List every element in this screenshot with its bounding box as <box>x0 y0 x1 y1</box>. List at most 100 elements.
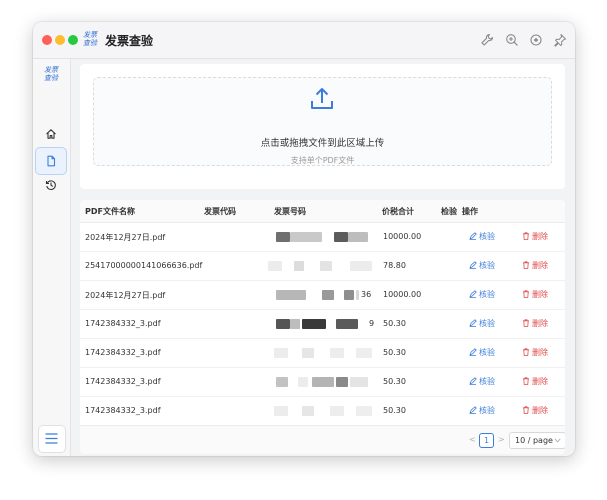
verify-button[interactable]: 核验 <box>469 289 495 300</box>
redacted-number <box>334 232 348 242</box>
close-window-button[interactable] <box>42 35 52 45</box>
verify-button[interactable]: 核验 <box>469 347 495 358</box>
edit-icon <box>469 406 477 414</box>
delete-button[interactable]: 删除 <box>522 405 548 416</box>
delete-button[interactable]: 删除 <box>522 260 548 271</box>
delete-button[interactable]: 删除 <box>522 376 548 387</box>
next-page-button[interactable]: > <box>498 435 505 444</box>
chevron-down-icon <box>554 438 561 443</box>
redacted-number <box>290 232 322 242</box>
target-icon[interactable] <box>529 33 543 47</box>
sidebar-logo: 发票 查验 <box>44 66 58 82</box>
sidebar-item-home[interactable] <box>36 121 66 147</box>
redacted-number <box>302 406 314 416</box>
page-size-select[interactable]: 10 / page <box>509 432 565 449</box>
table-row: 1742384332_3.pdf 50.30 核验 删除 <box>80 339 565 368</box>
menu-icon <box>45 433 58 444</box>
delete-button[interactable]: 删除 <box>522 318 548 329</box>
trash-icon <box>523 377 529 385</box>
column-header-actions: 操作 <box>462 207 478 216</box>
zoom-in-icon[interactable] <box>505 33 519 47</box>
column-header-check: 检验 <box>441 207 457 216</box>
redacted-number <box>290 319 300 329</box>
redacted-number <box>276 232 290 242</box>
file-name-cell: 1742384332_3.pdf <box>85 319 161 328</box>
sidebar-item-history[interactable] <box>36 172 66 198</box>
verify-button[interactable]: 核验 <box>469 260 495 271</box>
trash-icon <box>523 290 529 298</box>
prev-page-button[interactable]: < <box>469 435 476 444</box>
delete-label: 删除 <box>532 232 548 241</box>
file-icon <box>47 155 56 167</box>
redacted-number <box>336 377 348 387</box>
amount-cell: 50.30 <box>383 377 406 386</box>
app-logo: 发票 查验 <box>83 31 97 47</box>
history-icon <box>45 180 56 190</box>
menu-button[interactable] <box>38 425 66 453</box>
minimize-window-button[interactable] <box>55 35 65 45</box>
redacted-number <box>348 232 368 242</box>
edit-icon <box>469 377 477 385</box>
wrench-icon[interactable] <box>480 33 494 47</box>
redacted-number <box>350 261 372 271</box>
trash-icon <box>523 261 529 269</box>
redacted-number <box>276 319 290 329</box>
sidebar-item-files[interactable] <box>35 147 67 175</box>
amount-cell: 50.30 <box>383 406 406 415</box>
file-name-cell: 2024年12月27日.pdf <box>85 233 166 242</box>
verify-button[interactable]: 核验 <box>469 318 495 329</box>
page-size-value: 10 / page <box>515 436 553 445</box>
redacted-number <box>274 348 288 358</box>
amount-cell: 50.30 <box>383 319 406 328</box>
delete-label: 删除 <box>532 290 548 299</box>
table-row: 1742384332_3.pdf 9 50.30 核验 删除 <box>80 310 565 339</box>
trash-icon <box>523 406 529 414</box>
verify-label: 核验 <box>479 348 495 357</box>
verify-button[interactable]: 核验 <box>469 405 495 416</box>
table-row: 1742384332_3.pdf 50.30 核验 删除 <box>80 397 565 426</box>
trash-icon <box>523 232 529 240</box>
amount-cell: 10000.00 <box>383 290 422 299</box>
page-1-button[interactable]: 1 <box>479 433 494 448</box>
redacted-number <box>330 406 344 416</box>
delete-label: 删除 <box>532 377 548 386</box>
amount-cell: 50.30 <box>383 348 406 357</box>
verify-button[interactable]: 核验 <box>469 376 495 387</box>
redacted-number <box>336 319 358 329</box>
amount-cell: 78.80 <box>383 261 406 270</box>
app-title: 发票查验 <box>105 34 154 48</box>
delete-button[interactable]: 删除 <box>522 289 548 300</box>
redacted-number <box>356 406 372 416</box>
home-icon <box>46 129 56 139</box>
upload-icon <box>311 88 333 109</box>
delete-button[interactable]: 删除 <box>522 231 548 242</box>
edit-icon <box>469 261 477 269</box>
redacted-number <box>356 348 372 358</box>
column-header-number: 发票号码 <box>274 207 306 216</box>
table-header: PDF文件名称 发票代码 发票号码 价税合计 检验 操作 <box>80 200 565 223</box>
redacted-number <box>356 290 359 300</box>
verify-button[interactable]: 核验 <box>469 231 495 242</box>
verify-label: 核验 <box>479 290 495 299</box>
pagination: < 1 > 10 / page <box>80 425 565 454</box>
table-row: 25417000000141066636.pdf 78.80 核验 删除 <box>80 252 565 281</box>
number-tail-cell: 36 <box>361 290 372 299</box>
verify-label: 核验 <box>479 319 495 328</box>
invoice-table: PDF文件名称 发票代码 发票号码 价税合计 检验 操作 2024年12月27日… <box>80 200 565 454</box>
redacted-number <box>302 348 314 358</box>
upload-card: 点击或拖拽文件到此区域上传 支持单个PDF文件 <box>80 64 565 189</box>
delete-label: 删除 <box>532 348 548 357</box>
pin-icon[interactable] <box>553 33 567 47</box>
redacted-number <box>330 348 344 358</box>
verify-label: 核验 <box>479 377 495 386</box>
table-row: 2024年12月27日.pdf 36 10000.00 核验 删除 <box>80 281 565 310</box>
delete-button[interactable]: 删除 <box>522 347 548 358</box>
redacted-number <box>276 377 288 387</box>
column-header-amount: 价税合计 <box>382 207 414 216</box>
redacted-number <box>302 319 326 329</box>
upload-hint: 支持单个PDF文件 <box>290 156 355 165</box>
delete-label: 删除 <box>532 319 548 328</box>
upload-dropzone[interactable]: 点击或拖拽文件到此区域上传 支持单个PDF文件 <box>93 77 552 166</box>
maximize-window-button[interactable] <box>68 35 78 45</box>
sidebar: 发票 查验 <box>33 59 71 456</box>
